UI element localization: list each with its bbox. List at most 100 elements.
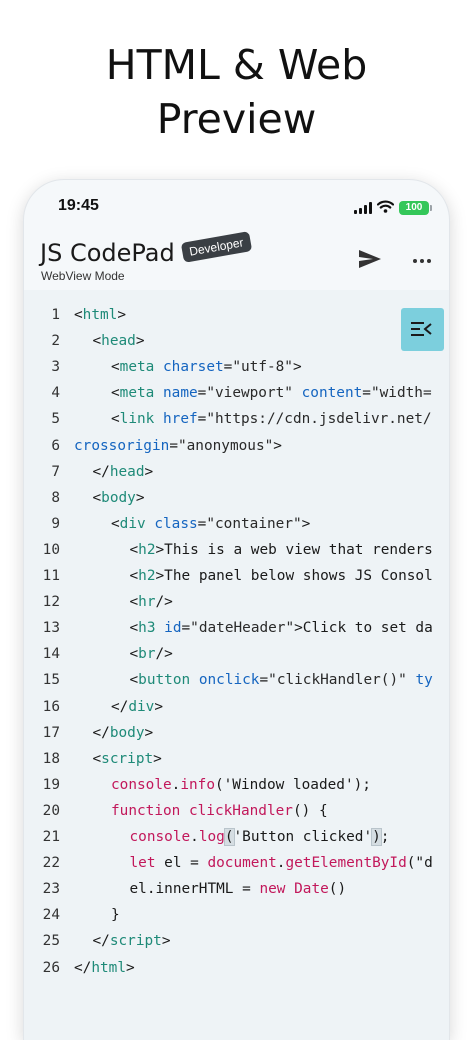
code-line[interactable]: 21 console.log('Button clicked'); [24,824,449,850]
code-token: = [169,437,178,454]
code-token: < [129,541,139,558]
code-token: function [111,802,181,819]
code-line[interactable]: 22 let el = document.getElementById("d [24,850,449,876]
code-line[interactable]: 15 <button onclick="clickHandler()" ty [24,667,449,693]
code-token: meta [119,385,155,402]
line-number: 9 [51,515,60,532]
panel-toggle-button[interactable] [401,308,444,351]
line-number: 6 [51,437,60,454]
code-line[interactable]: 12 <hr/> [24,589,449,615]
code-token: el.innerHTML = [129,881,260,898]
code-token: h3 [138,620,156,637]
code-line[interactable]: 16 </div> [24,694,449,720]
code-line[interactable]: 26 </html> [24,955,449,981]
code-line[interactable]: 3 <meta charset="utf-8"> [24,354,449,380]
line-number: 18 [42,750,60,767]
code-line[interactable]: 24} [24,902,449,928]
line-number: 24 [42,907,60,924]
code-editor[interactable]: 1 <html> 2 <head> 3 <meta charset="utf-8"> 4 <m… [24,290,449,1040]
panel-collapse-icon [411,322,432,336]
code-token: > [153,750,162,767]
code-line[interactable]: 5 <link href="https://cdn.jsdelivr.net/ [24,406,449,432]
code-token: < [111,411,120,428]
send-button[interactable] [357,248,385,272]
code-line[interactable]: 18 <script> [24,746,449,772]
code-token: Date [294,881,329,898]
code-line[interactable]: 19 console.info('Window loaded'); [24,772,449,798]
code-token: < [74,307,83,323]
line-content: <head> [93,328,145,354]
line-content: </body> [93,720,154,746]
code-token: document [207,855,277,872]
code-line[interactable]: 25 </script> [24,928,449,954]
code-token: script [109,933,162,950]
code-line[interactable]: 14 <br/> [24,641,449,667]
code-line[interactable]: 2 <head> [24,328,449,354]
code-token: < [111,385,120,402]
code-line[interactable]: 10 <h2>This is a web view that renders [24,537,449,563]
line-number: 2 [51,333,60,350]
code-token: h2 [138,568,156,584]
code-token: id [164,620,182,637]
code-token: div [128,698,155,715]
code-token: ('Window loaded'); [214,776,371,793]
code-line[interactable]: 9 <div class="container"> [24,511,449,537]
code-token: clickHandler [188,802,293,819]
code-token: </ [92,724,110,741]
code-line[interactable]: 11 <h2>The panel below shows JS Consol [24,563,449,589]
line-number: 5 [51,411,60,428]
status-icons: 100 [354,198,432,217]
app-subtitle: WebView Mode [41,269,125,283]
battery-icon: 100 [399,200,432,215]
code-token: "viewport" [206,385,293,402]
code-token: console [111,776,172,793]
code-token: >This is a web view that renders [155,541,433,558]
code-line[interactable]: 1 <html> [24,302,449,328]
code-token: info [180,776,215,793]
line-content: function clickHandler() { [111,798,328,824]
code-token: charset [163,359,224,376]
line-content: <br/> [130,641,173,667]
code-token: getElementById [285,855,407,872]
line-number: 1 [51,307,60,323]
code-line[interactable]: 13 <h3 id="dateHeader">Click to set da [24,615,449,641]
code-line[interactable]: 8 <body> [24,485,449,511]
code-token: > [125,959,135,976]
code-token: </ [111,698,129,715]
code-line[interactable]: 6 crossorigin="anonymous"> [24,433,449,459]
code-token: class [154,515,198,532]
code-line[interactable]: 4 <meta name="viewport" content="width= [24,380,449,406]
code-token: "anonymous" [177,437,274,454]
code-line[interactable]: 7 </head> [24,459,449,485]
code-token: > [135,489,145,506]
app-bar: JS CodePad Developer WebView Mode [24,231,449,290]
code-token: body [109,724,145,741]
more-options-button[interactable] [411,248,433,272]
line-number: 16 [42,698,60,715]
code-token: > [301,515,311,532]
code-line[interactable]: 23 el.innerHTML = new Date() [24,876,449,902]
line-number: 8 [51,489,60,506]
more-icon [413,259,431,263]
code-token: > [161,933,171,950]
line-number: 17 [42,724,60,741]
code-token: > [154,698,163,715]
code-token: hr [138,594,156,611]
line-content: <body> [93,485,145,511]
status-time: 19:45 [58,197,99,214]
code-token: () { [292,802,328,819]
code-token: </ [74,959,92,976]
line-number: 19 [42,776,60,793]
code-line[interactable]: 17 </body> [24,720,449,746]
code-token: href [163,411,198,428]
code-token: onclick [198,672,260,689]
line-number: 13 [42,620,60,637]
phone-frame: 19:45 100 JS CodePad Developer WebView M… [24,180,449,1040]
code-token: > [292,359,302,376]
code-line[interactable]: 20 function clickHandler() { [24,798,449,824]
code-token: < [129,594,139,611]
